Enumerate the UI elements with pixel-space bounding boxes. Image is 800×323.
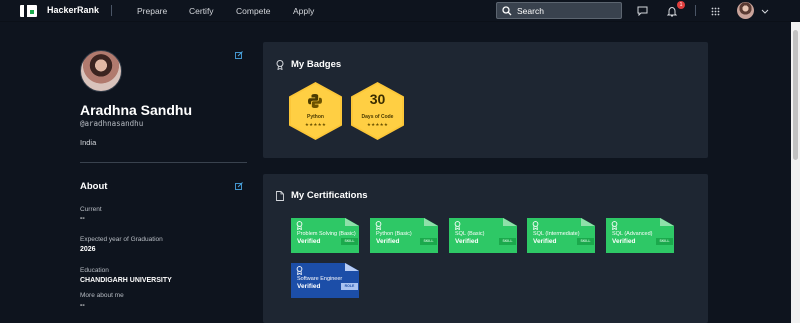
certificate-name: SQL (Basic) [455, 231, 485, 237]
certificate-ribbon-icon [375, 221, 382, 230]
profile-country: India [80, 138, 97, 147]
certificate-type-tag: ROLE [341, 283, 358, 290]
certificate-status: Verified [612, 238, 636, 245]
certifications-heading: My Certifications [291, 190, 368, 201]
certificate-ribbon-icon [454, 221, 461, 230]
profile-username: @aradhnasandhu [80, 119, 144, 128]
about-field-value: -- [80, 215, 85, 222]
certificate-card[interactable]: Problem Solving (Basic) Verified SKILL [291, 218, 359, 253]
badge-medal-icon [276, 60, 284, 70]
notification-count-badge: 1 [677, 1, 685, 9]
badge-name: Python [307, 114, 324, 120]
certificate-name: SQL (Intermediate) [533, 231, 580, 237]
certificate-card[interactable]: Python (Basic) Verified SKILL [370, 218, 438, 253]
about-heading: About [80, 181, 108, 192]
search-icon [502, 6, 512, 16]
badge-30-days-of-code[interactable]: 30 Days of Code ★★★★★ [351, 82, 404, 140]
about-field-label: More about me [80, 292, 124, 299]
nav-link-apply[interactable]: Apply [293, 6, 314, 16]
certificate-card[interactable]: SQL (Advanced) Verified SKILL [606, 218, 674, 253]
certificate-type-tag: SKILL [499, 238, 516, 245]
certificate-status: Verified [297, 238, 321, 245]
section-divider [80, 162, 247, 163]
certificate-status: Verified [533, 238, 557, 245]
edit-profile-icon[interactable] [235, 51, 243, 59]
messages-icon[interactable] [634, 3, 650, 19]
python-logo-icon [308, 94, 322, 108]
certificate-ribbon-icon [532, 221, 539, 230]
about-field-value: -- [80, 302, 85, 309]
certificate-name: Software Engineer [297, 276, 343, 282]
certifications-card: My Certifications Problem Solving (Basic… [263, 174, 708, 323]
certificate-name: Problem Solving (Basic) [297, 231, 356, 237]
about-field-value: CHANDIGARH UNIVERSITY [80, 277, 172, 284]
top-navigation: HackerRank Prepare Certify Compete Apply… [0, 0, 800, 22]
badges-heading: My Badges [291, 59, 342, 70]
certificate-type-tag: SKILL [577, 238, 594, 245]
certificate-status: Verified [297, 283, 321, 290]
certificate-name: SQL (Advanced) [612, 231, 653, 237]
profile-name: Aradhna Sandhu [80, 102, 193, 118]
certificate-ribbon-icon [296, 221, 303, 230]
user-avatar[interactable] [737, 2, 754, 19]
hackerrank-logo-icon[interactable] [20, 5, 37, 17]
certificate-name: Python (Basic) [376, 231, 412, 237]
certificate-document-icon [276, 191, 284, 201]
certificate-type-tag: SKILL [341, 238, 358, 245]
nav-link-certify[interactable]: Certify [189, 6, 214, 16]
certificate-card[interactable]: SQL (Basic) Verified SKILL [449, 218, 517, 253]
certificate-card[interactable]: Software Engineer Verified ROLE [291, 263, 359, 298]
certificate-card[interactable]: SQL (Intermediate) Verified SKILL [527, 218, 595, 253]
badge-python[interactable]: Python ★★★★★ [289, 82, 342, 140]
profile-avatar [80, 50, 122, 92]
search-input[interactable] [517, 5, 617, 17]
nav-divider [695, 5, 696, 16]
certificate-status: Verified [376, 238, 400, 245]
edit-about-icon[interactable] [235, 182, 243, 190]
brand-name[interactable]: HackerRank [47, 5, 99, 15]
nav-link-compete[interactable]: Compete [236, 6, 271, 16]
scrollbar-thumb[interactable] [793, 30, 798, 160]
certificate-ribbon-icon [611, 221, 618, 230]
nav-link-prepare[interactable]: Prepare [137, 6, 167, 16]
chevron-down-icon[interactable] [757, 3, 773, 19]
certificate-ribbon-icon [296, 266, 303, 275]
badge-stars: ★★★★★ [366, 122, 389, 127]
badge-name: Days of Code [361, 114, 394, 120]
certificate-status: Verified [455, 238, 479, 245]
nav-divider [111, 5, 112, 16]
about-field-label: Education [80, 267, 109, 274]
badges-card: My Badges Python ★★★★★ 30 Days of Code ★… [263, 42, 708, 158]
badge-stars: ★★★★★ [304, 122, 327, 127]
certificate-type-tag: SKILL [420, 238, 437, 245]
about-field-label: Current [80, 206, 102, 213]
about-field-value: 2026 [80, 246, 96, 253]
badge-number: 30 [369, 91, 386, 107]
search-box[interactable] [496, 2, 622, 19]
apps-grid-icon[interactable] [707, 3, 723, 19]
certificate-type-tag: SKILL [656, 238, 673, 245]
about-field-label: Expected year of Graduation [80, 236, 163, 243]
